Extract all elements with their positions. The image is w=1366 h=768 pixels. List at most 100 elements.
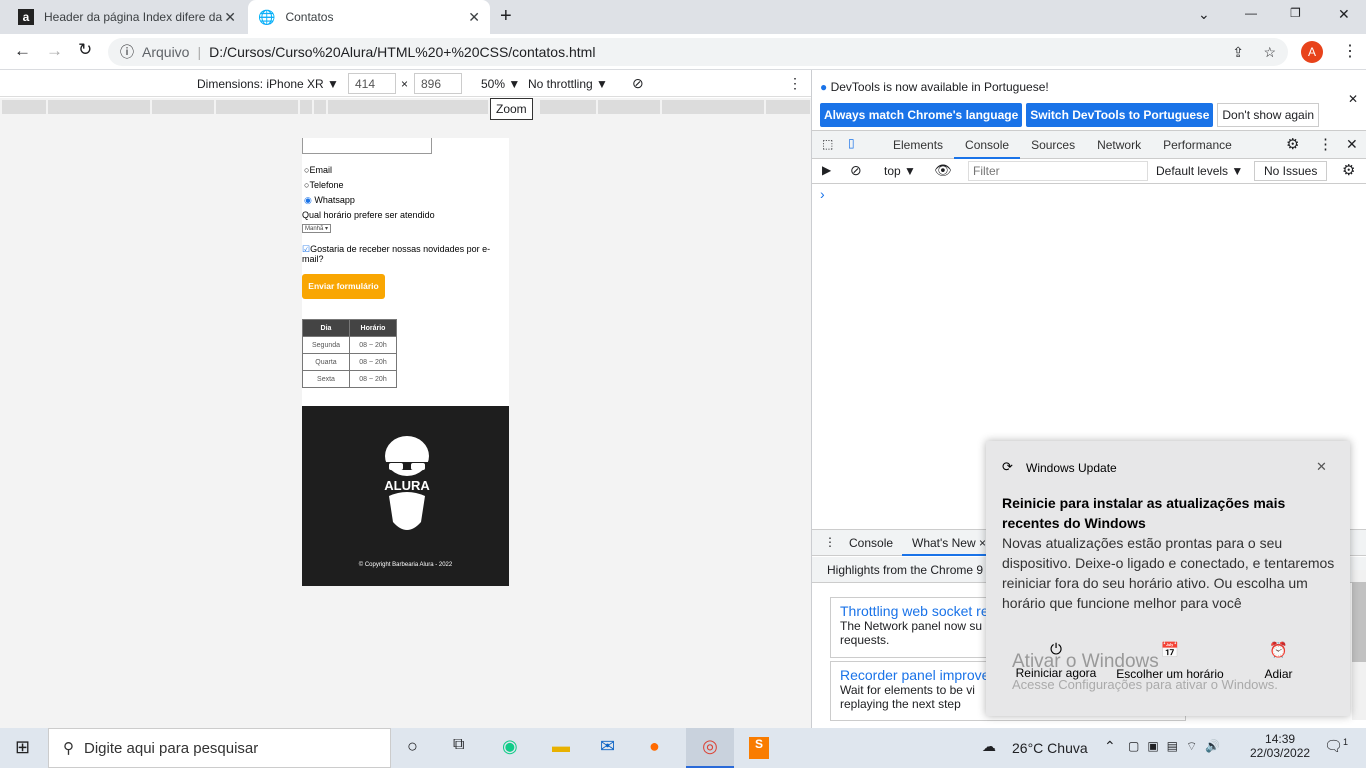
drawer-tab-console[interactable]: Console — [849, 536, 893, 550]
copyright-text: © Copyright Barbearia Alura - 2022 — [358, 562, 453, 568]
filter-input[interactable] — [968, 161, 1148, 181]
width-input[interactable]: 414 — [348, 73, 396, 94]
sublime-icon[interactable]: S — [749, 737, 769, 759]
message-textarea[interactable] — [302, 138, 432, 154]
tab-network[interactable]: Network — [1086, 138, 1152, 152]
issues-button[interactable]: No Issues — [1254, 161, 1328, 181]
tab-search-icon[interactable]: ⌄ — [1198, 6, 1210, 23]
taskbar-search[interactable]: ⚲ Digite aqui para pesquisar — [48, 728, 391, 768]
tray-chevron-icon[interactable]: ⌃ — [1104, 738, 1116, 755]
share-icon[interactable]: ⇪ — [1232, 44, 1244, 61]
alura-barber-logo: ALURA — [383, 436, 431, 530]
settings-icon[interactable]: ⚙ — [1286, 135, 1299, 153]
submit-button[interactable]: Enviar formulário — [302, 274, 385, 299]
dont-show-button[interactable]: Don't show again — [1217, 103, 1320, 127]
update-icon: ⟳ — [1002, 459, 1013, 474]
tab-console[interactable]: Console — [954, 131, 1021, 159]
choose-time-button[interactable]: 📅 Escolher um horário — [1116, 641, 1224, 681]
radio-email[interactable]: ○Email — [304, 165, 332, 175]
back-icon[interactable]: ← — [14, 41, 31, 61]
radio-telefone[interactable]: ○Telefone — [304, 180, 343, 190]
inspect-icon[interactable]: ⬚ — [822, 137, 833, 151]
close-toast-icon[interactable]: ✕ — [1316, 459, 1327, 475]
notifications-icon[interactable]: 🗨1 — [1324, 737, 1348, 755]
newsletter-checkbox[interactable]: ☑Gostaria de receber nossas novidades po… — [302, 244, 507, 264]
hours-table: Dia Horário Segunda 08 ~ 20h Quarta 08 ~ 20… — [302, 319, 397, 388]
close-window-button[interactable]: ✕ — [1338, 6, 1350, 23]
footer: ALURA © Copyright Barbearia Alura - 2022 — [302, 406, 509, 586]
weather-icon[interactable]: ☁ — [982, 738, 996, 755]
more-options-icon[interactable]: ⋮ — [788, 75, 802, 92]
forward-icon[interactable]: → — [46, 41, 63, 61]
restart-now-button[interactable]: ⏻ Reiniciar agora — [1006, 641, 1106, 680]
radio-whatsapp[interactable]: ◉ Whatsapp — [304, 195, 355, 206]
device-toggle-icon[interactable]: ▯ — [848, 136, 855, 150]
time-select[interactable]: Manhã ▾ — [302, 224, 332, 233]
toast-app-name: Windows Update — [1026, 461, 1117, 475]
windows-update-toast[interactable]: ⟳ Windows Update ✕ Reinicie para instala… — [986, 441, 1350, 716]
address-bar-row: ← → ↻ ⓘ Arquivo | D:/Cursos/Curso%20Alur… — [0, 34, 1366, 70]
time-label: Qual horário prefere ser atendido — [302, 210, 435, 220]
maximize-button[interactable]: ❐ — [1290, 6, 1301, 20]
reload-icon[interactable]: ↻ — [78, 40, 92, 60]
tab-title: Contatos — [285, 10, 334, 24]
alarm-clock-icon: ⏰ — [1269, 642, 1288, 659]
zoom-select[interactable]: 50% ▼ — [481, 77, 520, 91]
page-contatos: ○Email ○Telefone ◉ Whatsapp Qual horário… — [302, 138, 509, 586]
tab-contatos[interactable]: 🌐 Contatos ✕ — [248, 0, 490, 34]
close-tab-icon[interactable]: ✕ — [224, 9, 236, 26]
tab-sources[interactable]: Sources — [1020, 138, 1086, 152]
console-prompt[interactable]: › — [820, 186, 825, 202]
drawer-menu-icon[interactable]: ⋮ — [824, 535, 836, 549]
more-icon[interactable]: ⋮ — [1318, 135, 1333, 153]
new-tab-button[interactable]: + — [500, 5, 512, 28]
minimize-button[interactable]: — — [1245, 6, 1257, 20]
sidebar-toggle-icon[interactable]: ▶ — [822, 163, 831, 177]
tab-performance[interactable]: Performance — [1152, 138, 1243, 152]
taskbar: ⊞ ⚲ Digite aqui para pesquisar ○ ⧉ ◉ ▬ ✉ … — [0, 728, 1366, 768]
toast-title: Reinicie para instalar as atualizações m… — [1002, 495, 1286, 531]
cortana-icon[interactable]: ○ — [407, 736, 418, 757]
url-prefix: Arquivo — [142, 44, 190, 60]
toast-body: Novas atualizações estão prontas para o … — [1002, 535, 1335, 611]
star-icon[interactable]: ☆ — [1263, 44, 1276, 61]
console-settings-icon[interactable]: ⚙ — [1342, 161, 1355, 179]
rotate-icon[interactable]: ⊘ — [632, 75, 644, 92]
snooze-button[interactable]: ⏰ Adiar — [1236, 641, 1321, 681]
switch-language-button[interactable]: Switch DevTools to Portuguese — [1026, 103, 1214, 127]
clear-console-icon[interactable]: ⊘ — [850, 162, 862, 179]
drawer-tab-whats-new[interactable]: What's New × — [902, 530, 996, 556]
throttling-select[interactable]: No throttling ▼ — [528, 77, 608, 91]
tab-title: Header da página Index difere da — [44, 10, 223, 24]
menu-icon[interactable]: ⋮ — [1342, 41, 1358, 61]
mail-icon[interactable]: ✉ — [600, 736, 615, 757]
eye-icon[interactable]: 👁 — [934, 162, 952, 179]
height-input[interactable]: 896 — [414, 73, 462, 94]
weather-text[interactable]: 26°C Chuva — [1012, 740, 1088, 756]
chrome-icon[interactable]: ◎ — [686, 728, 734, 768]
device-toolbar: Dimensions: iPhone XR ▼ 414 × 896 50% ▼ … — [0, 70, 811, 97]
info-icon: ⓘ — [120, 44, 134, 60]
firefox-icon[interactable]: ● — [649, 736, 660, 757]
close-devtools-icon[interactable]: ✕ — [1346, 136, 1358, 153]
clock[interactable]: 14:39 22/03/2022 — [1250, 732, 1310, 760]
close-notice-icon[interactable]: ✕ — [1348, 92, 1358, 106]
tab-header-index[interactable]: a Header da página Index difere da ✕ — [8, 0, 246, 34]
tray-icons[interactable]: ▢▣▤⌔🔊 — [1128, 739, 1228, 754]
edge-icon[interactable]: ◉ — [502, 736, 518, 757]
media-query-bar[interactable] — [0, 98, 811, 116]
power-icon: ⏻ — [1050, 641, 1062, 658]
close-tab-icon[interactable]: ✕ — [468, 9, 480, 26]
avatar[interactable]: A — [1301, 41, 1323, 63]
match-language-button[interactable]: Always match Chrome's language — [820, 103, 1023, 127]
scrollbar[interactable] — [1352, 570, 1366, 720]
task-view-icon[interactable]: ⧉ — [453, 736, 464, 754]
levels-select[interactable]: Default levels ▼ — [1156, 164, 1243, 178]
file-explorer-icon[interactable]: ▬ — [552, 736, 570, 757]
tab-elements[interactable]: Elements — [882, 138, 954, 152]
windows-start-icon[interactable]: ⊞ — [15, 737, 30, 758]
context-select[interactable]: top ▼ — [884, 164, 916, 178]
calendar-clock-icon: 📅 — [1160, 642, 1180, 659]
omnibox[interactable]: ⓘ Arquivo | D:/Cursos/Curso%20Alura/HTML… — [108, 38, 1288, 66]
device-select[interactable]: Dimensions: iPhone XR ▼ — [197, 77, 339, 91]
